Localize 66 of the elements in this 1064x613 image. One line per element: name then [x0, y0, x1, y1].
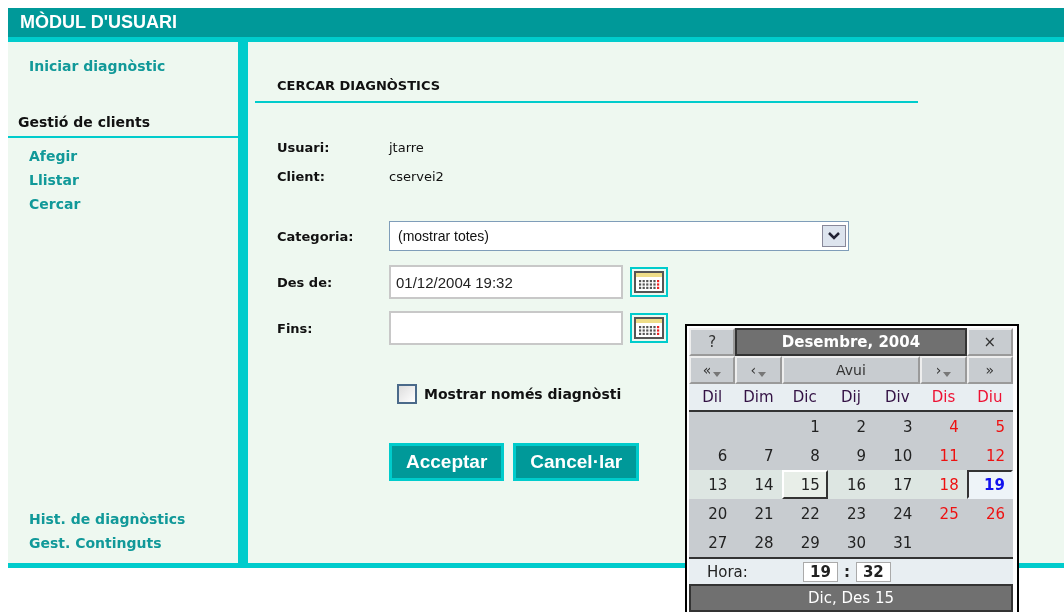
calendar-day[interactable]: 28 [735, 528, 782, 557]
calendar-day[interactable]: 9 [827, 441, 875, 470]
checkbox-label: Mostrar només diagnòsti [424, 386, 622, 402]
checkbox[interactable] [397, 384, 417, 404]
calendar-day[interactable]: 6 [689, 441, 736, 470]
caret-icon [758, 371, 767, 377]
info-value: cservei2 [389, 169, 444, 184]
time-separator: : [843, 562, 850, 581]
calendar-icon [634, 271, 664, 293]
calendar-day[interactable]: 8 [781, 441, 828, 470]
calendar-day[interactable]: 20 [689, 499, 736, 528]
calendar-status: Dic, Des 15 [689, 584, 1013, 612]
nav-button[interactable]: » [966, 356, 1013, 384]
calendar-day[interactable]: 24 [874, 499, 921, 528]
nav-button[interactable]: › [920, 356, 967, 384]
caret-icon [713, 371, 722, 377]
page-title: CERCAR DIAGNÒSTICS [255, 78, 918, 103]
close-button[interactable]: × [966, 328, 1013, 356]
weekday-label: Dij [827, 384, 875, 412]
category-select[interactable]: (mostrar totes) [389, 221, 849, 251]
calendar-icon [634, 317, 664, 339]
weekday-label: Dim [735, 384, 782, 412]
calendar-day[interactable]: 29 [781, 528, 828, 557]
calendar-day[interactable]: 22 [781, 499, 828, 528]
date-field[interactable] [389, 311, 623, 345]
calendar-day[interactable]: 21 [735, 499, 782, 528]
calendar-button[interactable] [630, 267, 668, 297]
hour-field[interactable]: 19 [803, 561, 838, 582]
info-label: Client: [277, 169, 326, 184]
calendar-day[interactable]: 13 [689, 470, 736, 499]
calendar-day[interactable]: 23 [827, 499, 875, 528]
field-label: Fins: [277, 320, 314, 336]
weekday-label: Dil [689, 384, 736, 412]
caret-icon [943, 371, 952, 377]
calendar-day[interactable]: 31 [874, 528, 921, 557]
info-label: Usuari: [277, 140, 331, 155]
weekday-label: Dic [781, 384, 828, 412]
calendar-day[interactable]: 27 [689, 528, 736, 557]
calendar-day[interactable]: 3 [874, 412, 921, 441]
time-label: Hora: [707, 562, 749, 581]
minute-field[interactable]: 32 [855, 561, 891, 582]
today-button[interactable]: Avui [781, 356, 921, 384]
calendar-button[interactable] [630, 313, 668, 343]
calendar-day[interactable]: 30 [827, 528, 875, 557]
calendar-day[interactable]: 17 [874, 470, 921, 499]
weekday-label: Dis [920, 384, 967, 412]
calendar-day[interactable]: 7 [735, 441, 782, 470]
nav-button[interactable]: ‹ [735, 356, 782, 384]
nav-button[interactable]: « [689, 356, 736, 384]
info-value: jtarre [389, 140, 424, 155]
calendar-title: Desembre, 2004 [735, 328, 967, 356]
weekday-label: Diu [966, 384, 1013, 412]
calendar-day[interactable]: 1 [781, 412, 828, 441]
date-field[interactable]: 01/12/2004 19:32 [389, 265, 623, 299]
help-button[interactable]: ? [689, 328, 736, 356]
calendar-day[interactable]: 15 [781, 470, 828, 499]
calendar-day[interactable]: 14 [735, 470, 782, 499]
weekday-label: Div [874, 384, 921, 412]
calendar-day[interactable]: 10 [874, 441, 921, 470]
section-title: Gestió de clients [8, 78, 238, 138]
calendar-day[interactable]: 2 [827, 412, 875, 441]
calendar-day[interactable]: 16 [827, 470, 875, 499]
calendar-day[interactable]: 19 [966, 470, 1013, 499]
field-label: Categoria: [277, 228, 355, 244]
field-label: Des de: [277, 274, 334, 290]
module-title: MÒDUL D'USUARI [20, 12, 177, 33]
